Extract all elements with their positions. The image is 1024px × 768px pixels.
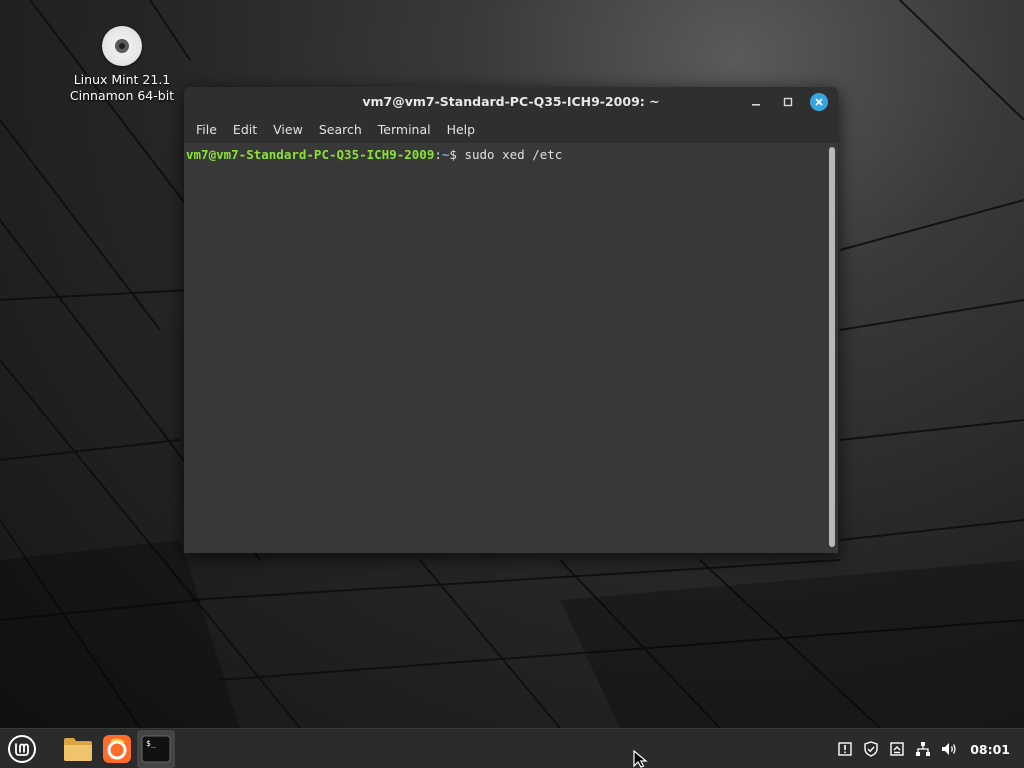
minimize-icon (752, 104, 760, 106)
terminal-window[interactable]: vm7@vm7-Standard-PC-Q35-ICH9-2009: ~ Fil… (184, 87, 838, 553)
window-title: vm7@vm7-Standard-PC-Q35-ICH9-2009: ~ (362, 94, 660, 109)
launcher-firefox[interactable] (98, 730, 136, 768)
menu-view[interactable]: View (265, 117, 311, 143)
desktop-icon-install[interactable]: Linux Mint 21.1 Cinnamon 64-bit (64, 24, 180, 104)
close-button[interactable] (810, 93, 828, 111)
info-icon (838, 742, 852, 756)
network-icon (916, 742, 931, 756)
firefox-icon (103, 735, 131, 763)
mint-logo-icon (8, 735, 36, 763)
prompt-symbol: $ (449, 147, 465, 162)
maximize-button[interactable] (778, 92, 798, 112)
menu-search[interactable]: Search (311, 117, 370, 143)
tray-volume[interactable] (940, 740, 958, 758)
terminal-icon: $_ (141, 735, 171, 763)
taskbar: $_ 08:01 (0, 728, 1024, 768)
close-icon (815, 98, 823, 106)
system-tray: 08:01 (836, 729, 1018, 768)
update-icon (890, 742, 904, 756)
disc-icon (102, 26, 142, 66)
start-menu-button[interactable] (0, 729, 44, 768)
tray-network[interactable] (914, 740, 932, 758)
tray-info[interactable] (836, 740, 854, 758)
tray-update-manager[interactable] (862, 740, 880, 758)
mouse-cursor-icon (633, 750, 648, 768)
desktop-icon-label-line1: Linux Mint 21.1 (73, 72, 171, 87)
command-text: sudo xed /etc (464, 147, 563, 162)
maximize-icon (783, 97, 793, 107)
desktop-icon-label-line2: Cinnamon 64-bit (69, 88, 175, 103)
panel-clock[interactable]: 08:01 (966, 742, 1018, 757)
prompt-separator: : (434, 147, 442, 162)
menu-file[interactable]: File (188, 117, 225, 143)
menu-help[interactable]: Help (439, 117, 484, 143)
launcher-files[interactable] (59, 730, 97, 768)
menu-edit[interactable]: Edit (225, 117, 265, 143)
folder-icon (64, 738, 92, 761)
terminal-line: vm7@vm7-Standard-PC-Q35-ICH9-2009:~$ sud… (186, 147, 562, 163)
tray-notifications[interactable] (888, 740, 906, 758)
window-controls (746, 92, 828, 112)
menu-terminal[interactable]: Terminal (370, 117, 439, 143)
panel-left: $_ (0, 729, 175, 768)
volume-icon (942, 743, 956, 755)
terminal-output[interactable]: vm7@vm7-Standard-PC-Q35-ICH9-2009:~$ sud… (184, 143, 838, 553)
minimize-button[interactable] (746, 92, 766, 112)
window-titlebar[interactable]: vm7@vm7-Standard-PC-Q35-ICH9-2009: ~ (184, 87, 838, 117)
terminal-icon-glyph: $_ (146, 739, 156, 748)
shield-icon (864, 741, 878, 757)
prompt-user: vm7@vm7-Standard-PC-Q35-ICH9-2009 (186, 147, 435, 162)
launcher-terminal[interactable]: $_ (137, 730, 175, 768)
terminal-scrollbar[interactable] (829, 147, 835, 547)
menubar: File Edit View Search Terminal Help (184, 117, 838, 143)
